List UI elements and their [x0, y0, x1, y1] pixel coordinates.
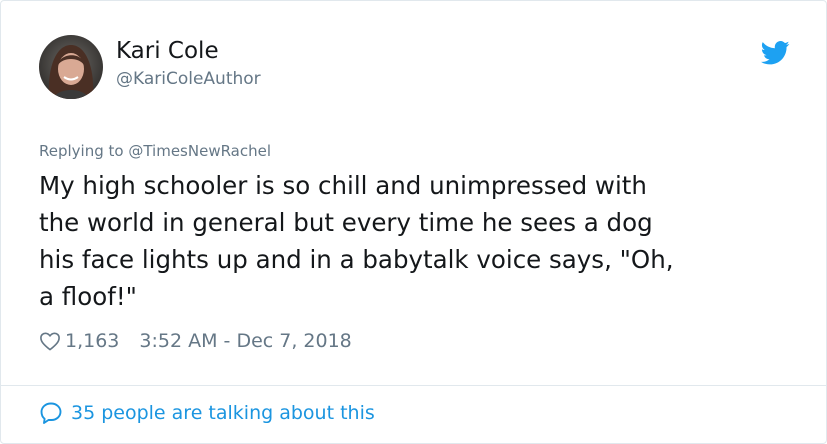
divider: [1, 385, 826, 386]
tweet-timestamp[interactable]: 3:52 AM - Dec 7, 2018: [139, 327, 351, 355]
avatar[interactable]: [39, 35, 103, 99]
tweet-card: Kari Cole @KariColeAuthor Replying to @T…: [0, 0, 827, 444]
author-display-name[interactable]: Kari Cole: [116, 37, 261, 65]
speech-bubble-icon: [40, 402, 62, 424]
reply-context: Replying to @TimesNewRachel: [39, 141, 271, 161]
author-block: Kari Cole @KariColeAuthor: [116, 37, 261, 91]
author-handle[interactable]: @KariColeAuthor: [116, 67, 261, 91]
profile-photo-icon: [39, 35, 103, 99]
reply-prefix: Replying to: [39, 142, 129, 160]
twitter-bird-icon[interactable]: [760, 41, 790, 65]
reply-mention-link[interactable]: @TimesNewRachel: [128, 142, 271, 160]
tweet-text: My high schooler is so chill and unimpre…: [39, 171, 674, 311]
like-count: 1,163: [65, 330, 120, 352]
conversation-link[interactable]: 35 people are talking about this: [39, 399, 375, 427]
conversation-label: 35 people are talking about this: [71, 402, 375, 424]
heart-icon: [40, 332, 60, 351]
tweet-meta: 1,163 3:52 AM - Dec 7, 2018: [39, 327, 352, 355]
like-button[interactable]: 1,163: [39, 327, 119, 355]
